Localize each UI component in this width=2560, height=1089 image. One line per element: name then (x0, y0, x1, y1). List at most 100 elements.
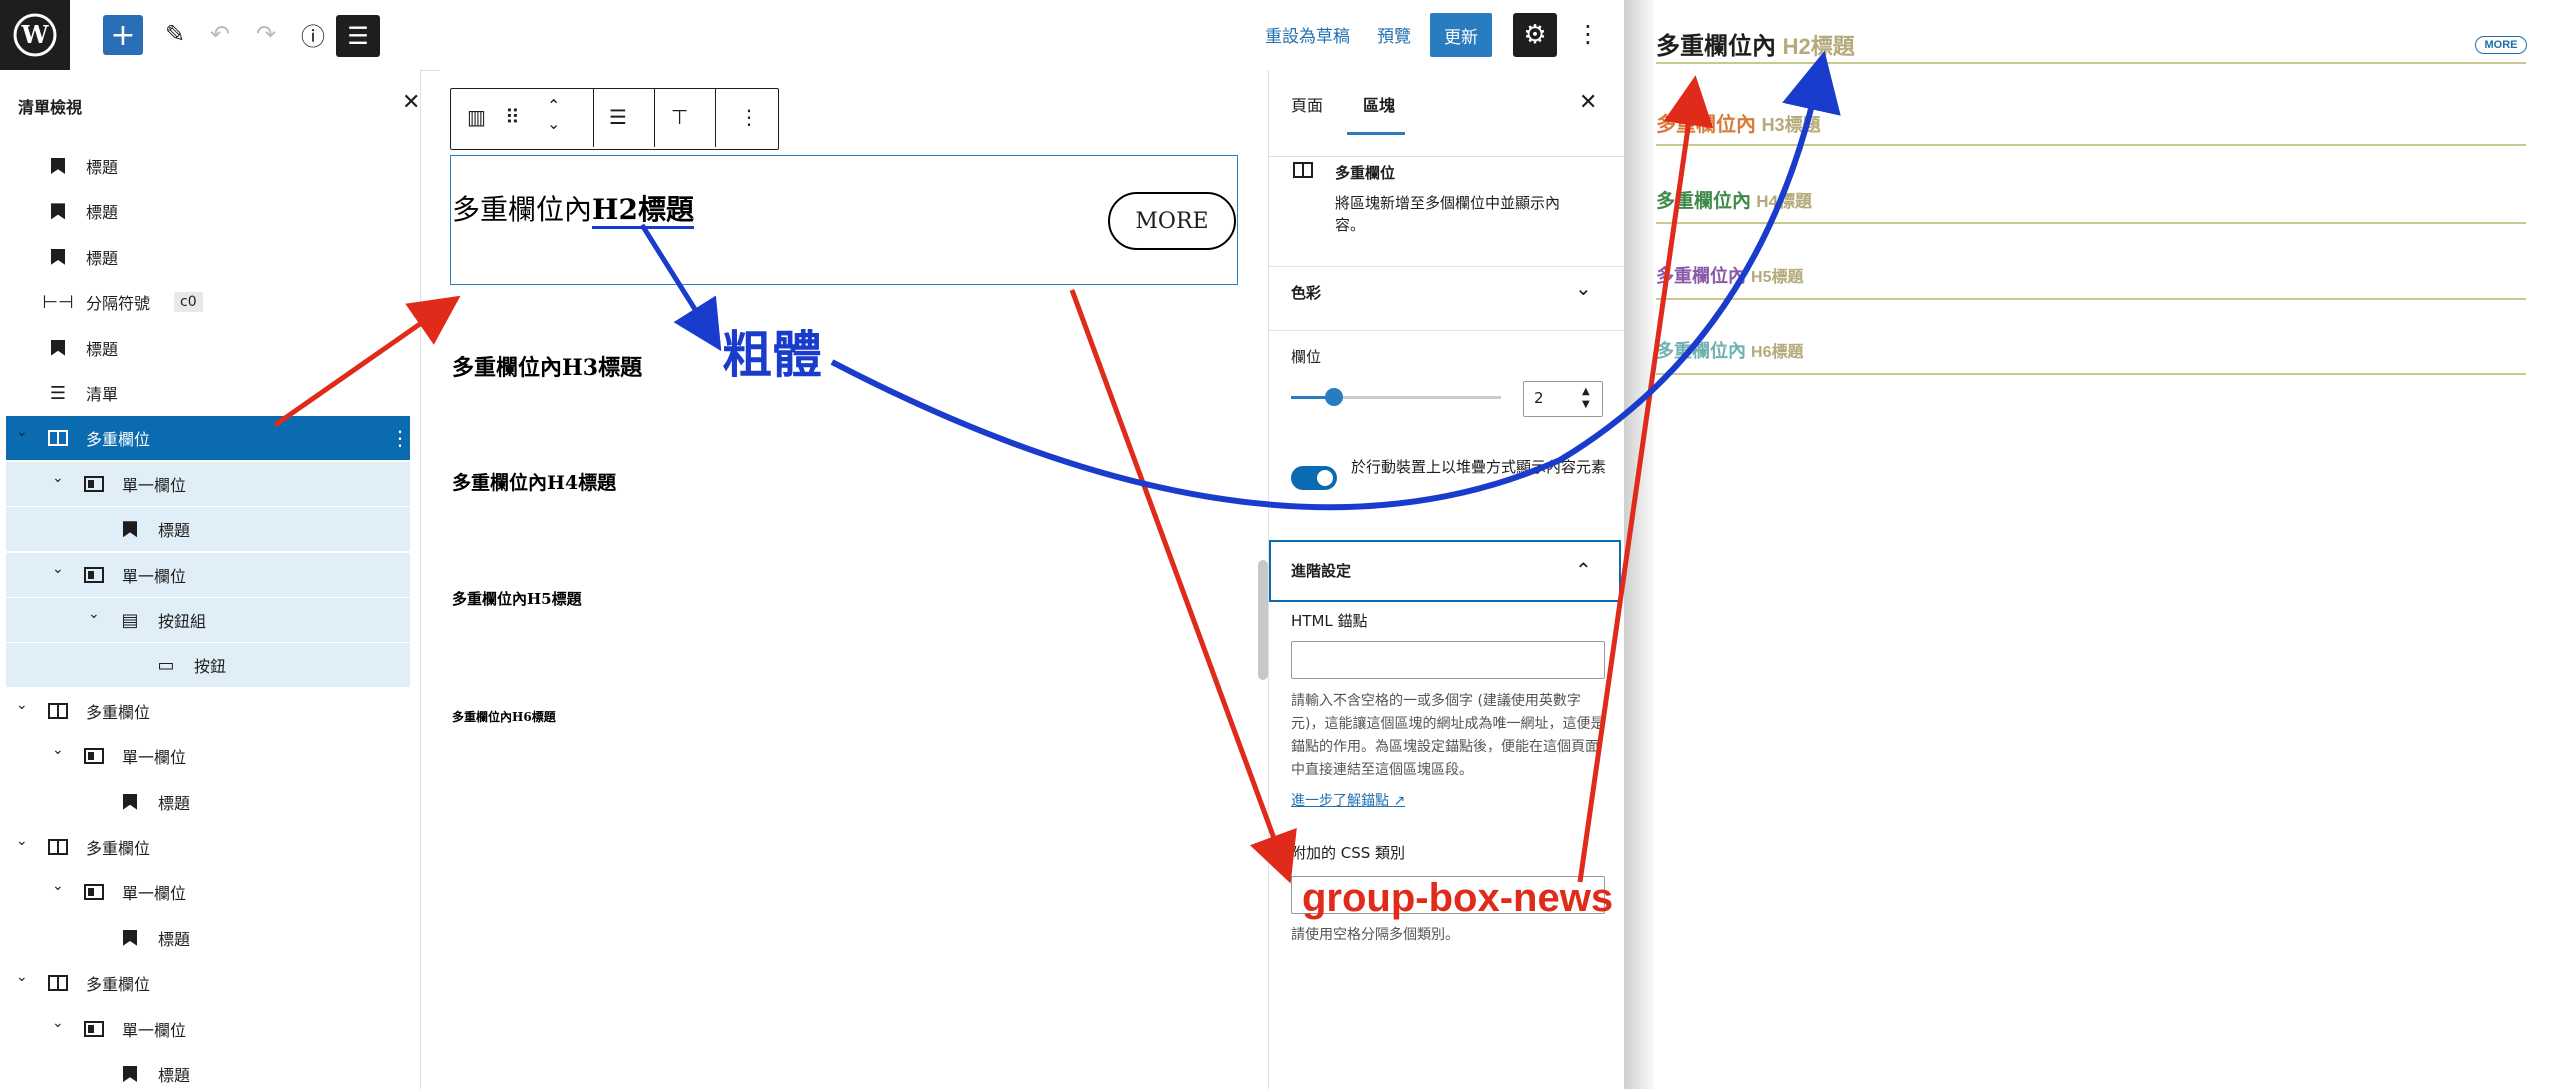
list-view-item-label: 單一欄位 (122, 475, 187, 495)
list-view-item[interactable]: ▭ 按鈕 (6, 643, 410, 688)
edit-pen-icon[interactable]: ✎ (155, 14, 195, 54)
frontend-preview (1624, 0, 2560, 1089)
columns-slider-thumb[interactable] (1325, 388, 1343, 406)
canvas-heading-h6[interactable]: 多重欄位內H6標題 (452, 708, 556, 725)
list-view-item[interactable]: ⌄ 多重欄位 (6, 689, 410, 733)
bookmark-icon (46, 199, 70, 223)
list-view-item[interactable]: ⌄ ▤ 按鈕組 (6, 598, 410, 642)
preview-heading: 多重欄位內 H2標題 (1656, 26, 1855, 61)
close-icon[interactable]: ✕ (1579, 90, 1597, 115)
close-icon[interactable]: ✕ (402, 90, 420, 115)
list-view-item[interactable]: 標題 (6, 780, 410, 824)
list-view-toggle-icon[interactable]: ☰ (336, 15, 380, 57)
chevron-down-icon[interactable]: ⌄ (16, 833, 32, 849)
list-view-item[interactable]: 標題 (6, 1052, 410, 1089)
preview-heading-underline (1656, 144, 2526, 146)
bookmark-icon (118, 926, 142, 950)
list-view-item[interactable]: 標題 (6, 916, 410, 960)
canvas-heading-h3[interactable]: 多重欄位內H3標題 (452, 350, 642, 382)
drag-handle-icon[interactable]: ⠿ (505, 105, 520, 129)
list-view-item[interactable]: 標題 (6, 189, 410, 233)
preview-heading-suffix: H3標題 (1761, 115, 1821, 135)
list-view-item[interactable]: ⌄ 單一欄位 (6, 1007, 410, 1051)
move-up-down-icon[interactable]: ⌃ ⌄ (547, 97, 560, 133)
preview-heading-underline (1656, 62, 2526, 64)
list-view-item[interactable]: ☰ 清單 (6, 371, 410, 415)
redo-icon[interactable]: ↷ (246, 14, 286, 54)
canvas-heading-h4[interactable]: 多重欄位內H4標題 (452, 468, 616, 495)
block-toolbar: ▥ ⠿ ⌃ ⌄ ☰ ⊤ ⋮ (450, 88, 779, 150)
more-button[interactable]: MORE (1108, 192, 1236, 250)
tab-block[interactable]: 區塊 (1363, 92, 1395, 116)
list-view-item[interactable]: ⌄ 單一欄位 (6, 461, 410, 506)
settings-gear-icon[interactable]: ⚙ (1513, 13, 1557, 57)
undo-icon[interactable]: ↶ (200, 14, 240, 54)
list-view-item-label: 分隔符號 (86, 294, 151, 314)
color-section-title[interactable]: 色彩 (1291, 282, 1321, 304)
columns-icon (46, 971, 70, 995)
list-view-item[interactable]: 標題 (6, 235, 410, 279)
advanced-label[interactable]: 進階設定 (1291, 560, 1351, 582)
chevron-down-icon[interactable]: ⌄ (16, 424, 32, 440)
columns-number-input[interactable]: 2 ▲ ▼ (1523, 381, 1603, 417)
preview-heading-underline (1656, 373, 2526, 375)
preview-heading-suffix: H2標題 (1782, 34, 1855, 59)
column-icon (82, 744, 106, 768)
more-options-icon[interactable]: ⋮ (1568, 14, 1608, 54)
vertical-align-top-icon[interactable]: ⊤ (671, 105, 688, 129)
list-view-item[interactable]: ⌄ 單一欄位 (6, 870, 410, 914)
list-view-item-label: 標題 (158, 929, 191, 949)
chevron-down-icon[interactable]: ⌄ (88, 606, 104, 622)
list-view-item[interactable]: ⌄ 多重欄位 (6, 961, 410, 1005)
chevron-down-icon[interactable]: ⌄ (52, 1015, 68, 1031)
canvas-heading-h5[interactable]: 多重欄位內H5標題 (452, 588, 582, 609)
chevron-down-icon[interactable]: ⌄ (52, 878, 68, 894)
chevron-down-icon[interactable]: ⌄ (16, 969, 32, 985)
add-block-button[interactable]: + (103, 15, 143, 55)
html-anchor-help: 請輸入不含空格的一或多個字 (建議使用英數字元)，這能讓這個區塊的網址成為唯一網… (1291, 693, 1605, 778)
chevron-down-icon[interactable]: ⌄ (52, 561, 68, 577)
block-description: 將區塊新增至多個欄位中並顯示內容。 (1335, 194, 1561, 234)
list-view-item[interactable]: 標題 (6, 507, 410, 552)
preview-link[interactable]: 預覽 (1377, 22, 1411, 47)
chevron-down-icon[interactable]: ⌄ (52, 742, 68, 758)
bookmark-icon (118, 1062, 142, 1086)
block-options-icon[interactable]: ⋮ (739, 105, 759, 129)
bookmark-icon (46, 154, 70, 178)
align-icon[interactable]: ☰ (609, 105, 627, 129)
chevron-down-icon[interactable]: ⌄ (52, 470, 68, 486)
item-options-icon[interactable]: ⋮ (390, 426, 410, 450)
list-view-item[interactable]: ⌄ 多重欄位 ⋮ (6, 416, 410, 461)
list-view-item-label: 多重欄位 (86, 839, 151, 858)
preview-more-button[interactable]: MORE (2475, 36, 2527, 54)
list-view-item[interactable]: ⌄ 單一欄位 (6, 734, 410, 778)
list-view-item-label: 多重欄位 (86, 702, 151, 722)
stack-on-mobile-toggle[interactable] (1291, 466, 1337, 490)
update-button[interactable]: 更新 (1430, 13, 1492, 57)
list-view-item-label: 單一欄位 (122, 1020, 187, 1040)
list-view-item[interactable]: ⌄ 單一欄位 (6, 552, 410, 597)
learn-anchor-link[interactable]: 進一步了解錨點 ↗ (1291, 790, 1405, 812)
wordpress-logo-icon[interactable]: W (0, 0, 70, 70)
list-view-panel: 清單檢視 ✕ 標題 標題 標題 ⊢⊣ 分隔符號 c0 標題 ☰ 清單 ⌄ 多重欄位 ⋮ ⌄ 單一欄位 標題 ⌄… (0, 70, 421, 1089)
list-view-item[interactable]: ⊢⊣ 分隔符號 c0 (6, 280, 410, 324)
chevron-up-icon[interactable]: ⌃ (1575, 558, 1592, 582)
columns-block-icon[interactable]: ▥ (467, 105, 486, 129)
tab-page[interactable]: 頁面 (1291, 92, 1323, 116)
canvas-heading-h2[interactable]: 多重欄位內H2標題 (452, 188, 694, 229)
preview-heading: 多重欄位內 H5標題 (1656, 262, 1803, 288)
stepper-icon[interactable]: ▲ ▼ (1582, 385, 1590, 411)
css-class-annotation: group-box-news (1302, 876, 1614, 920)
chevron-down-icon[interactable]: ⌄ (1575, 276, 1592, 300)
list-view-item[interactable]: 標題 (6, 144, 410, 188)
details-info-icon[interactable]: ⓘ (293, 14, 333, 54)
revert-to-draft-link[interactable]: 重設為草稿 (1265, 22, 1350, 47)
separator-icon: ⊢⊣ (42, 291, 74, 313)
bookmark-icon (46, 245, 70, 269)
list-view-item[interactable]: 標題 (6, 326, 410, 370)
canvas-scrollbar[interactable] (1258, 560, 1268, 680)
chevron-down-icon[interactable]: ⌄ (16, 697, 32, 713)
html-anchor-input[interactable] (1291, 641, 1605, 679)
list-view-item[interactable]: ⌄ 多重欄位 (6, 825, 410, 869)
learn-anchor-text: 進一步了解錨點 (1291, 793, 1389, 809)
